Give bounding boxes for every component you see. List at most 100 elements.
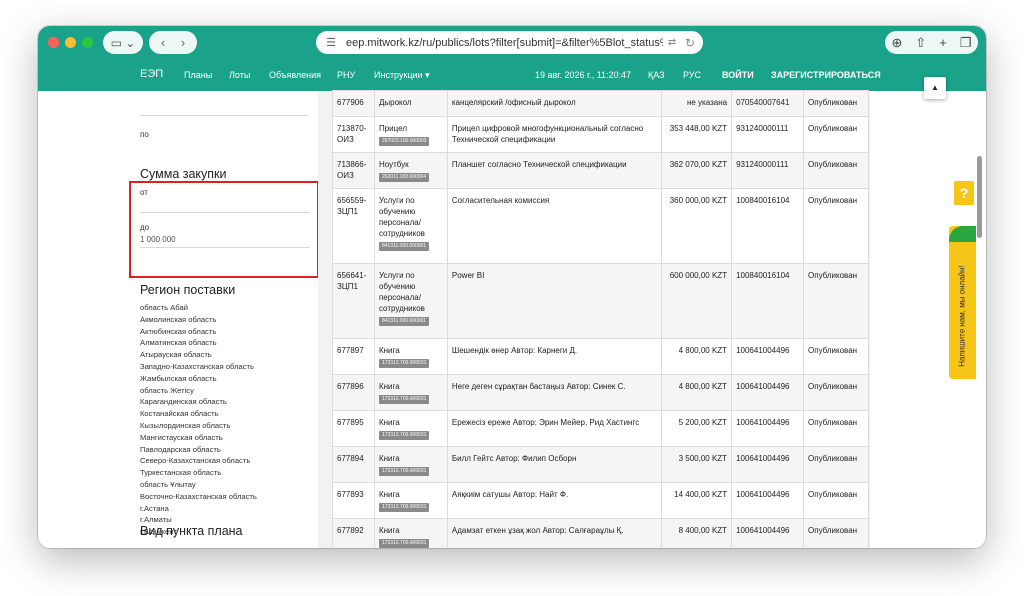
region-item[interactable]: Кызылординская область xyxy=(140,420,257,432)
cell-lot-number-text[interactable]: 656559-ЗЦП1 xyxy=(337,196,366,216)
cell-lot-description-text: Согласительная комиссия xyxy=(451,196,550,205)
region-item[interactable]: область Ұлытау xyxy=(140,479,257,491)
cell-lot-status: Опубликован xyxy=(803,410,869,447)
cell-lot-name-text: Дырокол xyxy=(378,98,412,107)
chat-tab-label: Напишите нам, мы онлайн! xyxy=(957,265,967,367)
nav-announcements[interactable]: Объявления xyxy=(269,70,321,80)
region-item[interactable]: Восточно-Казахстанская область xyxy=(140,491,257,503)
site-settings-icon[interactable]: ☰ xyxy=(322,36,340,49)
address-bar[interactable]: ☰ eep.mitwork.kz/ru/publics/lots?filter[… xyxy=(316,31,703,54)
register-link[interactable]: ЗАРЕГИСТРИРОВАТЬСЯ xyxy=(771,70,881,80)
cell-lot-description: Согласительная комиссия xyxy=(446,188,663,264)
cell-customer-bin-text: 100641004496 xyxy=(736,346,790,355)
table-row[interactable]: 677894 Книга 172312.700.000031 Билл Гейтс А… xyxy=(332,446,869,483)
region-item[interactable]: г.Астана xyxy=(140,503,257,515)
region-item[interactable]: Карагандинская область xyxy=(140,396,257,408)
scroll-to-top-button[interactable]: ▲ xyxy=(924,77,946,99)
table-row[interactable]: 713870-ОИЗ Прицел 267023.100.000003 Прицел … xyxy=(332,116,869,153)
cell-lot-number-text[interactable]: 713866-ОИЗ xyxy=(337,160,366,180)
cell-lot-number-text[interactable]: 677896 xyxy=(337,382,364,391)
lots-table: 677906 Дырокол канцелярский /офисный дырок… xyxy=(332,90,869,548)
nav-rnu[interactable]: РНУ xyxy=(337,70,355,80)
share-icon[interactable]: ⇧ xyxy=(915,35,926,51)
cell-lot-number-text[interactable]: 677895 xyxy=(337,418,364,427)
cell-lot-description-text: канцелярский /офисный дырокол xyxy=(451,98,576,107)
new-tab-icon[interactable]: + xyxy=(939,35,947,50)
ktru-code-badge: 172312.700.000031 xyxy=(378,395,430,404)
site-brand[interactable]: ЕЭП xyxy=(140,68,163,80)
cell-lot-number-text[interactable]: 677892 xyxy=(337,526,364,535)
nav-plans[interactable]: Планы xyxy=(184,70,212,80)
cell-lot-number-text[interactable]: 677894 xyxy=(337,454,364,463)
region-item[interactable]: Северо-Казахстанская область xyxy=(140,455,257,467)
cell-lot-name-text: Услуги по обучению персонала/ сотруднико… xyxy=(378,271,425,313)
online-chat-tab[interactable]: Напишите нам, мы онлайн! xyxy=(949,226,976,379)
page-scrollbar[interactable] xyxy=(977,156,982,238)
region-item[interactable]: область Жетісу xyxy=(140,385,257,397)
table-row[interactable]: 677892 Книга 172312.700.000031 Адамзат етке… xyxy=(332,518,869,548)
nav-lots[interactable]: Лоты xyxy=(229,70,250,80)
close-window-button[interactable] xyxy=(48,37,59,48)
cell-lot-number-text[interactable]: 677897 xyxy=(337,346,364,355)
cell-lot-status: Опубликован xyxy=(803,518,869,548)
minimize-window-button[interactable] xyxy=(65,37,76,48)
cell-lot-description: Шешендік өнер Автор: Карнеги Д. xyxy=(446,338,663,375)
region-item[interactable]: Мангистауская область xyxy=(140,432,257,444)
region-item[interactable]: Западно-Казахстанская область xyxy=(140,361,257,373)
login-link[interactable]: ВОЙТИ xyxy=(722,70,754,80)
region-item[interactable]: Туркестанская область xyxy=(140,467,257,479)
cell-lot-number: 677896 xyxy=(332,374,375,411)
table-row[interactable]: 656641-ЗЦП1 Услуги по обучению персонала/… xyxy=(332,263,869,339)
cell-lot-price: 600 000,00 KZT xyxy=(661,263,733,339)
region-item[interactable]: Алматинская область xyxy=(140,337,257,349)
cell-lot-number-text[interactable]: 713870-ОИЗ xyxy=(337,124,366,144)
cell-lot-name-text: Книга xyxy=(378,526,400,535)
tabs-overview-icon[interactable]: ❐ xyxy=(960,35,972,51)
sidebar-toggle-button[interactable]: ▭ ⌄ xyxy=(103,31,143,54)
cell-lot-status-text: Опубликован xyxy=(808,418,858,427)
cell-lot-price: 8 400,00 KZT xyxy=(661,518,733,548)
cell-lot-number-text[interactable]: 656641-ЗЦП1 xyxy=(337,271,366,291)
region-item[interactable]: область Абай xyxy=(140,302,257,314)
region-item[interactable]: Актюбинская область xyxy=(140,326,257,338)
amount-from-input[interactable] xyxy=(140,212,310,213)
cell-lot-number: 677895 xyxy=(332,410,375,447)
cell-lot-name: Книга 172312.700.000031 xyxy=(373,374,448,411)
table-row[interactable]: 677897 Книга 172312.700.000031 Шешендік өне… xyxy=(332,338,869,375)
nav-instructions[interactable]: Инструкции ▾ xyxy=(374,70,430,81)
amount-title: Сумма закупки xyxy=(140,167,227,181)
cell-customer-bin: 100641004496 xyxy=(731,518,805,548)
table-row[interactable]: 677895 Книга 172312.700.000031 Ережесіз ере… xyxy=(332,410,869,447)
cell-lot-name-text: Книга xyxy=(378,454,400,463)
translate-icon[interactable]: ⇄ xyxy=(663,37,681,48)
forward-icon[interactable]: › xyxy=(173,35,193,50)
region-item[interactable]: Костанайская область xyxy=(140,408,257,420)
cell-customer-bin-text: 100641004496 xyxy=(736,454,790,463)
cell-lot-number-text[interactable]: 677893 xyxy=(337,490,364,499)
table-row[interactable]: 677893 Книга 172312.700.000031 Аяқкиім сату… xyxy=(332,482,869,519)
amount-to-input[interactable]: 1 000 000 xyxy=(140,235,176,244)
cell-lot-status-text: Опубликован xyxy=(808,196,858,205)
reload-icon[interactable]: ↻ xyxy=(681,36,699,50)
history-nav: ‹ › xyxy=(149,31,197,54)
table-row[interactable]: 713866-ОИЗ Ноутбук 262011.100.000004 Планше… xyxy=(332,152,869,189)
region-item[interactable]: Павлодарская область xyxy=(140,444,257,456)
cell-lot-number-text[interactable]: 677906 xyxy=(337,98,364,107)
url-text[interactable]: eep.mitwork.kz/ru/publics/lots?filter[su… xyxy=(340,37,663,49)
cell-lot-description-text: Power BI xyxy=(451,271,485,280)
amount-to-underline xyxy=(140,247,310,248)
downloads-icon[interactable]: ⊕ xyxy=(891,35,902,51)
table-row[interactable]: 656559-ЗЦП1 Услуги по обучению персонала/… xyxy=(332,188,869,264)
cell-lot-description-text: Аяқкиім сатушы Автор: Найт Ф. xyxy=(451,490,569,499)
lang-rus[interactable]: РУС xyxy=(683,70,701,80)
table-row[interactable]: 677896 Книга 172312.700.000031 Неге деген с… xyxy=(332,374,869,411)
region-item[interactable]: Акмолинская область xyxy=(140,314,257,326)
table-row[interactable]: 677906 Дырокол канцелярский /офисный дырок… xyxy=(332,90,869,117)
lang-kaz[interactable]: ҚАЗ xyxy=(648,70,665,80)
region-item[interactable]: Жамбылская область xyxy=(140,373,257,385)
date-to-underline xyxy=(140,115,308,116)
help-button[interactable]: ? xyxy=(954,181,974,205)
maximize-window-button[interactable] xyxy=(82,37,93,48)
region-item[interactable]: Атырауская область xyxy=(140,349,257,361)
back-icon[interactable]: ‹ xyxy=(153,35,173,50)
